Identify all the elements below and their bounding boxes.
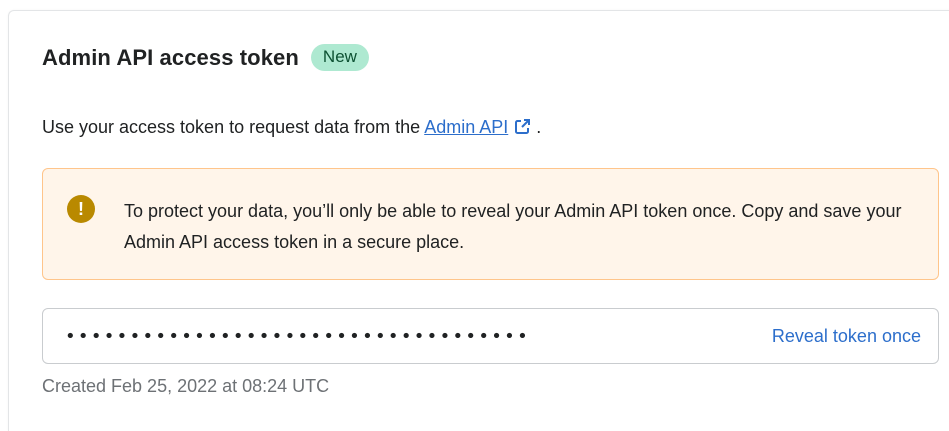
external-link-icon[interactable] xyxy=(514,118,531,140)
created-timestamp: Created Feb 25, 2022 at 08:24 UTC xyxy=(42,376,330,396)
new-badge: New xyxy=(310,44,369,71)
warning-banner: ! To protect your data, you’ll only be a… xyxy=(42,168,939,280)
card-header: Admin API access token New xyxy=(42,44,369,71)
warning-text: To protect your data, you’ll only be abl… xyxy=(124,201,902,252)
description-suffix: . xyxy=(531,117,542,137)
exclamation-icon: ! xyxy=(67,195,95,223)
access-token-field[interactable]: •••••••••••••••••••••••••••••••••••• Rev… xyxy=(42,308,939,364)
admin-api-link[interactable]: Admin API xyxy=(424,117,508,137)
masked-token: •••••••••••••••••••••••••••••••••••• xyxy=(65,326,531,347)
card-title: Admin API access token xyxy=(42,44,299,70)
card-description: Use your access token to request data fr… xyxy=(42,117,541,140)
description-prefix: Use your access token to request data fr… xyxy=(42,117,425,137)
reveal-token-button[interactable]: Reveal token once xyxy=(772,326,921,347)
